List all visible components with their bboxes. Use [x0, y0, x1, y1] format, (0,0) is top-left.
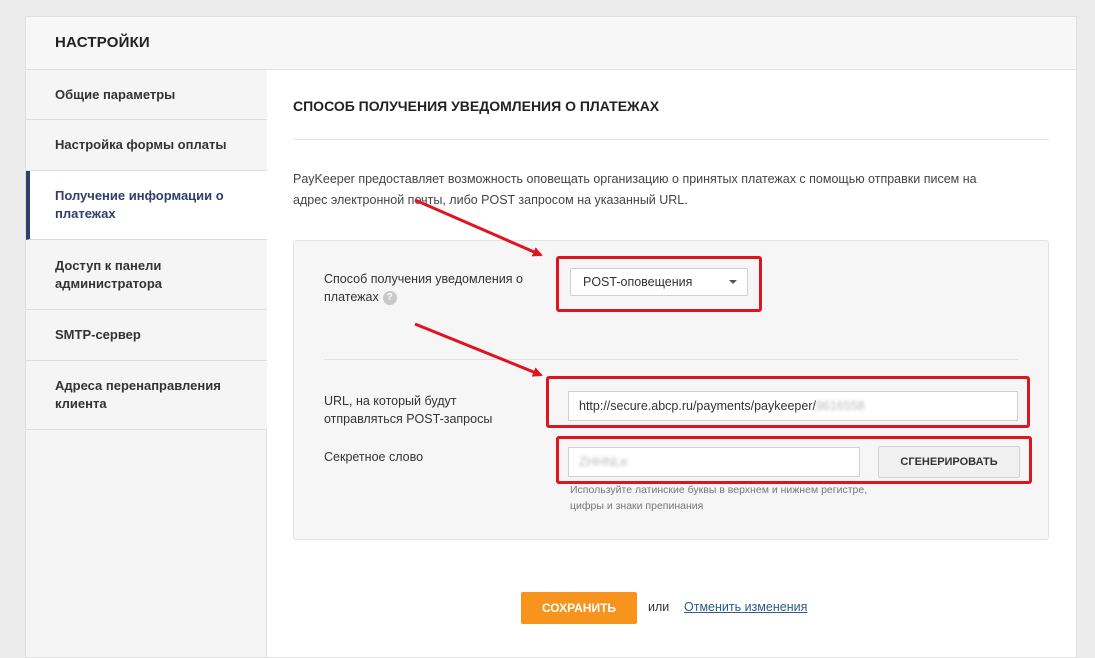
annotation-arrows — [414, 198, 543, 377]
arrow-annotation — [414, 322, 543, 377]
arrow-annotation — [414, 198, 543, 257]
